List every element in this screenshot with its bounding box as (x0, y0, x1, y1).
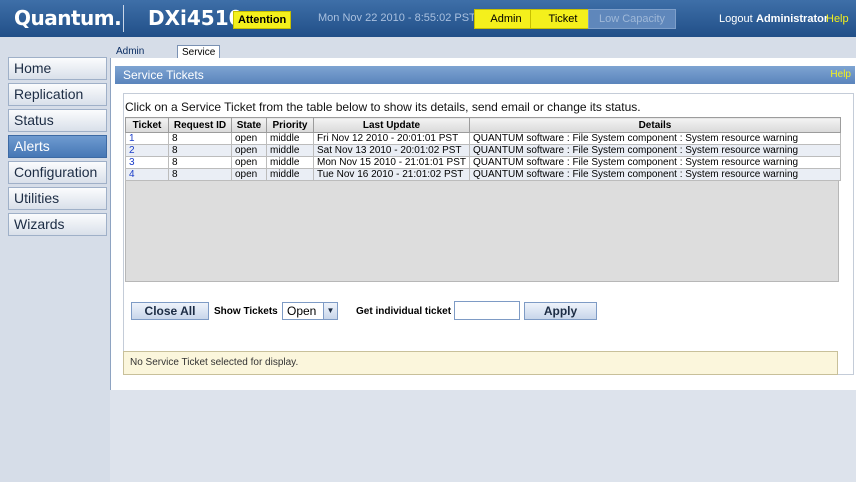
column-header-state[interactable]: State (231, 117, 267, 133)
ticket-priority: middle (266, 144, 314, 157)
ticket-alert-button[interactable]: Ticket (530, 9, 596, 29)
ticket-detail-message: No Service Ticket selected for display. (123, 351, 838, 375)
status-message: No Service Ticket selected for display. (130, 357, 299, 368)
request-id: 8 (168, 144, 232, 157)
table-row[interactable]: 1 8 open middle Fri Nov 12 2010 - 20:01:… (125, 132, 841, 145)
admin-alert-button[interactable]: Admin (474, 9, 538, 29)
system-datetime: Mon Nov 22 2010 - 8:55:02 PST (318, 12, 476, 24)
ticket-last-update: Mon Nov 15 2010 - 21:01:01 PST (313, 156, 470, 169)
ticket-state: open (231, 168, 267, 181)
ticket-id[interactable]: 4 (125, 168, 169, 181)
sidebar-item-configuration[interactable]: Configuration (8, 161, 107, 184)
ticket-details: QUANTUM software : File System component… (468, 168, 841, 181)
ticket-id[interactable]: 2 (125, 144, 169, 157)
service-tickets-panel: Service Tickets Help Click on a Service … (110, 58, 856, 391)
sidebar-item-status[interactable]: Status (8, 109, 107, 132)
ticket-state: open (231, 156, 267, 169)
sidebar-item-alerts[interactable]: Alerts (8, 135, 107, 158)
request-id: 8 (168, 156, 232, 169)
instruction-text: Click on a Service Ticket from the table… (125, 100, 641, 114)
ticket-id[interactable]: 1 (125, 132, 169, 145)
apply-button[interactable]: Apply (524, 302, 597, 320)
column-header-request-id[interactable]: Request ID (168, 117, 232, 133)
panel-help-link[interactable]: Help (830, 69, 851, 80)
page-footer-area (110, 390, 856, 482)
attention-badge[interactable]: Attention (233, 11, 292, 29)
low-capacity-button[interactable]: Low Capacity (588, 9, 676, 29)
table-row[interactable]: 2 8 open middle Sat Nov 13 2010 - 20:01:… (125, 144, 841, 157)
ticket-last-update: Sat Nov 13 2010 - 20:01:02 PST (313, 144, 470, 157)
tickets-table: Ticket Request ID State Priority Last Up… (125, 117, 841, 181)
ticket-state: open (231, 132, 267, 145)
ticket-number-input[interactable] (454, 301, 520, 320)
ticket-last-update: Fri Nov 12 2010 - 20:01:01 PST (313, 132, 470, 145)
sidebar-item-home[interactable]: Home (8, 57, 107, 80)
show-tickets-value: Open (287, 304, 317, 318)
panel-header: Service Tickets Help (115, 66, 855, 84)
request-id: 8 (168, 168, 232, 181)
table-row[interactable]: 3 8 open middle Mon Nov 15 2010 - 21:01:… (125, 156, 841, 169)
ticket-id[interactable]: 3 (125, 156, 169, 169)
column-header-priority[interactable]: Priority (266, 117, 314, 133)
ticket-details: QUANTUM software : File System component… (468, 144, 841, 157)
product-name: DXi4510 (148, 6, 243, 30)
column-header-ticket[interactable]: Ticket (125, 117, 169, 133)
sidebar-item-wizards[interactable]: Wizards (8, 213, 107, 236)
ticket-priority: middle (266, 132, 314, 145)
table-row[interactable]: 4 8 open middle Tue Nov 16 2010 - 21:01:… (125, 168, 841, 181)
sidebar-item-replication[interactable]: Replication (8, 83, 107, 106)
show-tickets-label: Show Tickets (214, 306, 278, 317)
header-help-link[interactable]: Help (826, 13, 849, 25)
request-id: 8 (168, 132, 232, 145)
ticket-details: QUANTUM software : File System component… (468, 156, 841, 169)
tab-service-tickets[interactable]: Service Tickets (177, 45, 221, 71)
page-title: Service Tickets (123, 68, 204, 82)
ticket-details: QUANTUM software : File System component… (468, 132, 841, 145)
column-header-last-update[interactable]: Last Update (313, 117, 470, 133)
quantum-logo: Quantum. (14, 6, 122, 30)
sidebar-item-utilities[interactable]: Utilities (8, 187, 107, 210)
ticket-state: open (231, 144, 267, 157)
top-bar: Quantum. DXi4510 Attention Mon Nov 22 20… (0, 0, 856, 37)
header-divider (123, 5, 124, 32)
tab-admin-alerts[interactable]: Admin Alerts (112, 45, 148, 70)
ticket-last-update: Tue Nov 16 2010 - 21:01:02 PST (313, 168, 470, 181)
chevron-down-icon[interactable]: ▼ (323, 303, 337, 319)
ticket-priority: middle (266, 168, 314, 181)
column-header-details[interactable]: Details (468, 117, 841, 133)
current-user: Administrator (756, 13, 829, 25)
close-all-button[interactable]: Close All (131, 302, 209, 320)
get-ticket-label: Get individual ticket (356, 306, 452, 317)
sidebar-nav: Home Replication Status Alerts Configura… (8, 57, 107, 239)
show-tickets-select[interactable]: Open ▼ (282, 302, 338, 320)
logout-link[interactable]: Logout (719, 13, 753, 25)
ticket-priority: middle (266, 156, 314, 169)
